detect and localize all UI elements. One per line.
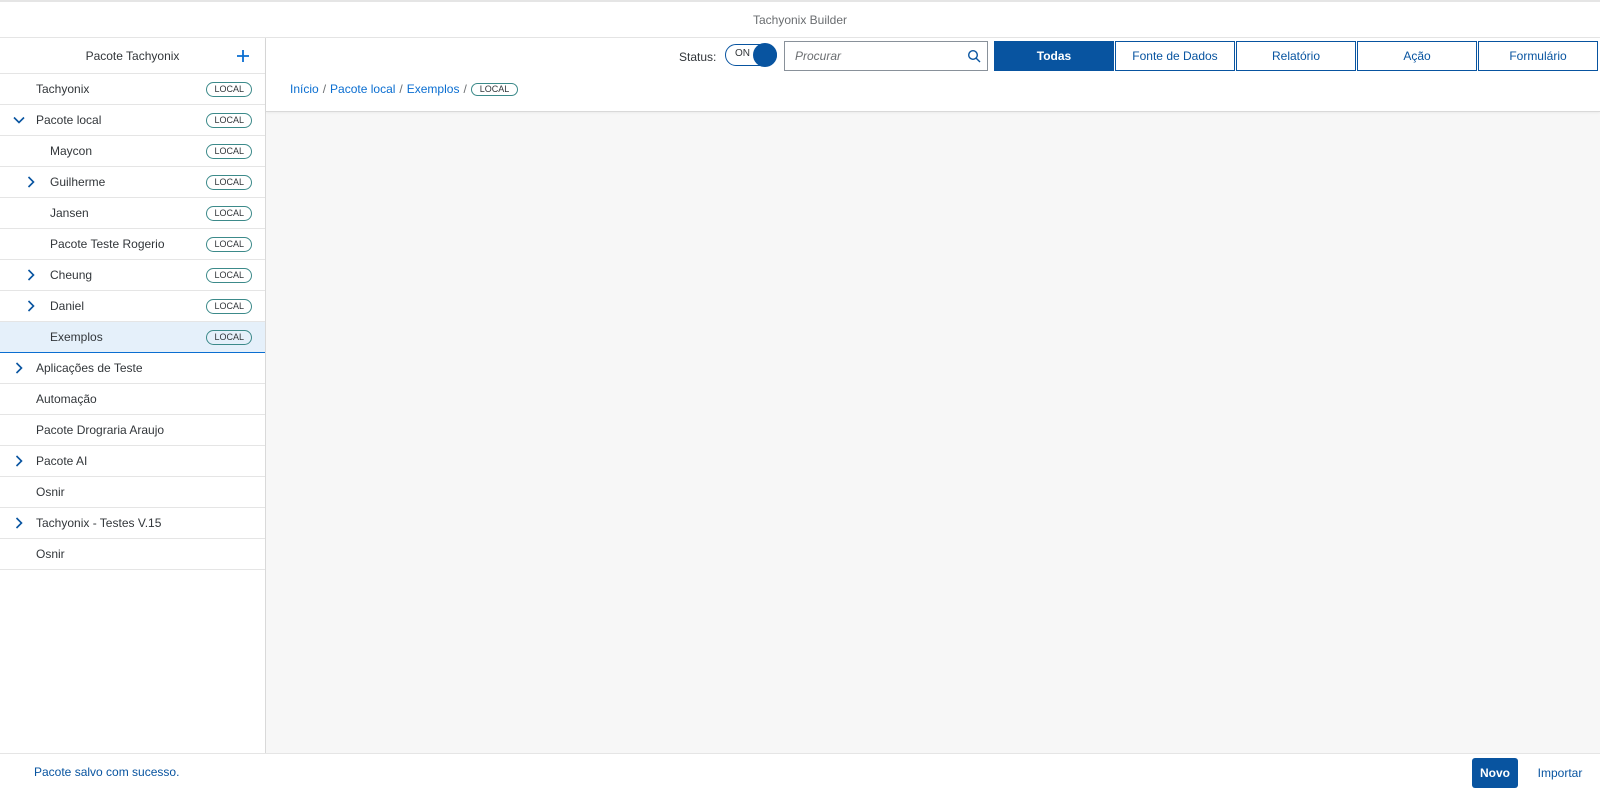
sidebar-title: Pacote Tachyonix xyxy=(85,48,180,63)
status-message: Pacote salvo com sucesso. xyxy=(34,765,180,779)
tree-item[interactable]: Guilherme LOCAL xyxy=(0,167,265,198)
tree-item-label: Guilherme xyxy=(50,175,106,189)
tree-item[interactable]: Pacote Drograria Araujo xyxy=(0,415,265,446)
status-label: Status: xyxy=(679,50,717,64)
chevron-right-icon[interactable] xyxy=(24,299,38,313)
importar-button[interactable]: Importar xyxy=(1530,758,1590,788)
breadcrumb-pacote-local[interactable]: Pacote local xyxy=(330,82,395,96)
tree-item-label: Jansen xyxy=(50,206,89,220)
tree-item[interactable]: Cheung LOCAL xyxy=(0,260,265,291)
tree-item-label: Exemplos xyxy=(50,330,103,344)
local-badge: LOCAL xyxy=(206,113,252,128)
main-content: Status: ON TodasFonte de DadosRelatórioA… xyxy=(266,38,1600,753)
tree-item-label: Pacote Drograria Araujo xyxy=(36,423,165,437)
local-badge: LOCAL xyxy=(206,175,252,190)
tree-item[interactable]: Jansen LOCAL xyxy=(0,198,265,229)
chevron-right-icon[interactable] xyxy=(12,361,26,375)
tree-item[interactable]: Automação xyxy=(0,384,265,415)
tree-item-label: Pacote AI xyxy=(36,454,88,468)
tree-item-label: Automação xyxy=(36,392,97,406)
breadcrumb-inicio[interactable]: Início xyxy=(290,82,319,96)
tree-item-label: Tachyonix xyxy=(36,82,90,96)
tree-item-label: Pacote Teste Rogerio xyxy=(50,237,165,251)
local-badge: LOCAL xyxy=(206,299,252,314)
chevron-right-icon[interactable] xyxy=(12,454,26,468)
local-badge: LOCAL xyxy=(206,82,252,97)
filter-formul-rio[interactable]: Formulário xyxy=(1478,41,1598,71)
filter-fonte-de-dados[interactable]: Fonte de Dados xyxy=(1115,41,1235,71)
filter-a-o[interactable]: Ação xyxy=(1357,41,1477,71)
tree-item-label: Cheung xyxy=(50,268,93,282)
app-title-bar: Tachyonix Builder xyxy=(0,0,1600,38)
sidebar: Pacote Tachyonix Tachyonix LOCAL Pacote lo… xyxy=(0,38,266,753)
filter-relat-rio[interactable]: Relatório xyxy=(1236,41,1356,71)
package-tree: Tachyonix LOCAL Pacote local LOCAL Maycon LOC… xyxy=(0,74,265,570)
local-badge: LOCAL xyxy=(206,237,252,252)
local-badge: LOCAL xyxy=(206,144,252,159)
footer-bar: Pacote salvo com sucesso. Novo Importar xyxy=(0,753,1600,788)
local-badge: LOCAL xyxy=(206,268,252,283)
status-toggle[interactable]: ON xyxy=(725,43,777,67)
type-filter-segmented: Todas Fonte de Dados Relatório Ação Formulár… xyxy=(994,41,1599,71)
tree-item[interactable]: Osnir xyxy=(0,477,265,508)
search-input[interactable] xyxy=(785,42,965,70)
tree-item[interactable]: Aplicações de Teste xyxy=(0,353,265,384)
local-badge: LOCAL xyxy=(206,206,252,221)
filter-todas[interactable]: Todas xyxy=(994,41,1114,71)
tree-item[interactable]: Tachyonix LOCAL xyxy=(0,74,265,105)
search-icon[interactable] xyxy=(967,49,981,63)
breadcrumb: Início / Pacote local / Exemplos / LOCAL xyxy=(290,82,519,96)
tree-item[interactable]: Tachyonix - Testes V.15 xyxy=(0,508,265,539)
breadcrumb-exemplos[interactable]: Exemplos xyxy=(407,82,460,96)
toggle-knob xyxy=(753,43,777,67)
tree-item-label: Tachyonix - Testes V.15 xyxy=(36,516,162,530)
tree-item[interactable]: Pacote Teste Rogerio LOCAL xyxy=(0,229,265,260)
tree-item[interactable]: Pacote AI xyxy=(0,446,265,477)
search-box xyxy=(784,41,988,71)
tree-item-label: Aplicações de Teste xyxy=(36,361,143,375)
main-toolbar: Status: ON TodasFonte de DadosRelatórioA… xyxy=(266,38,1600,112)
tree-item-label: Osnir xyxy=(36,547,65,561)
chevron-right-icon[interactable] xyxy=(24,268,38,282)
novo-button[interactable]: Novo xyxy=(1472,758,1518,788)
tree-item[interactable]: Osnir xyxy=(0,539,265,570)
tree-item-label: Maycon xyxy=(50,144,93,158)
tree-item-label: Daniel xyxy=(50,299,85,313)
sidebar-header: Pacote Tachyonix xyxy=(0,38,265,74)
chevron-down-icon[interactable] xyxy=(12,113,26,127)
local-badge: LOCAL xyxy=(206,330,252,345)
chevron-right-icon[interactable] xyxy=(24,175,38,189)
add-package-button[interactable] xyxy=(231,44,255,68)
chevron-right-icon[interactable] xyxy=(12,516,26,530)
toggle-text: ON xyxy=(735,48,750,59)
tree-item-label: Osnir xyxy=(36,485,65,499)
plus-icon xyxy=(237,50,249,62)
tree-item[interactable]: Maycon LOCAL xyxy=(0,136,265,167)
tree-item-label: Pacote local xyxy=(36,113,102,127)
breadcrumb-badge: LOCAL xyxy=(470,82,519,96)
app-title: Tachyonix Builder xyxy=(752,12,848,27)
tree-item[interactable]: Pacote local LOCAL xyxy=(0,105,265,136)
tree-item[interactable]: Daniel LOCAL xyxy=(0,291,265,322)
tree-item[interactable]: Exemplos LOCAL xyxy=(0,322,265,353)
